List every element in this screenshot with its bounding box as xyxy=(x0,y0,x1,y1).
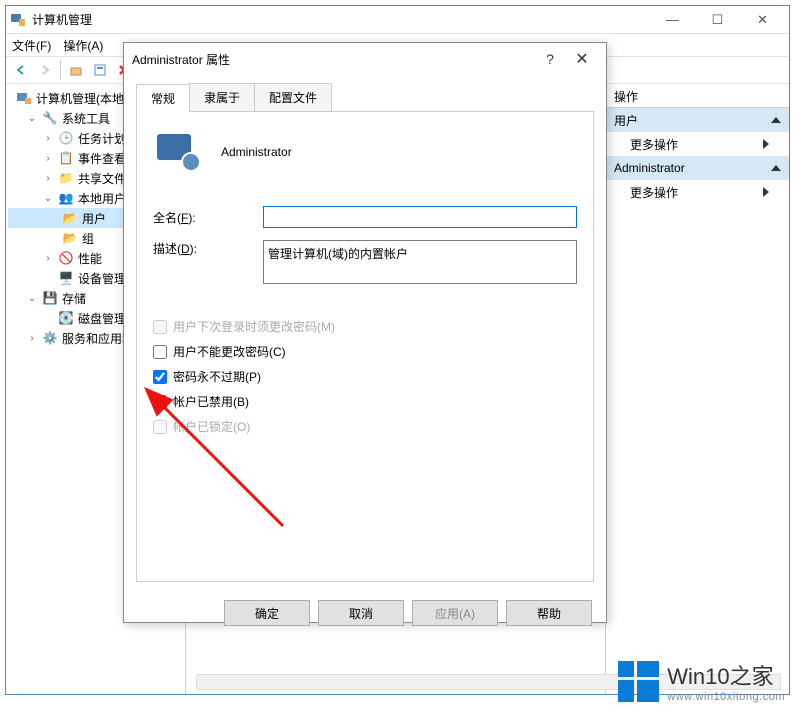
actions-pane: 操作 用户 更多操作 Administrator 更多操作 xyxy=(606,84,789,694)
properties-button[interactable] xyxy=(89,59,111,81)
user-icon xyxy=(153,128,201,176)
close-button[interactable]: ✕ xyxy=(740,7,785,33)
description-label: 描述(D): xyxy=(153,240,263,257)
checkbox-locked-row: 帐户已锁定(O) xyxy=(153,418,577,435)
checkbox-mustchange-row: 用户下次登录时须更改密码(M) xyxy=(153,318,577,335)
titlebar: 计算机管理 — ☐ ✕ xyxy=(6,6,789,34)
menu-action[interactable]: 操作(A) xyxy=(63,37,103,54)
actions-group-users[interactable]: 用户 xyxy=(606,108,789,132)
watermark-brand: Win10之家 xyxy=(667,659,785,691)
help-button[interactable]: 帮助 xyxy=(506,600,592,626)
checkbox-neverexpire[interactable] xyxy=(153,370,167,384)
description-input[interactable]: 管理计算机(域)的内置帐户 xyxy=(263,240,577,284)
dialog-title-text: Administrator 属性 xyxy=(132,51,534,68)
app-icon xyxy=(10,12,26,28)
maximize-button[interactable]: ☐ xyxy=(695,7,740,33)
checkbox-locked xyxy=(153,420,167,434)
actions-more-users[interactable]: 更多操作 xyxy=(606,132,789,156)
checkbox-disabled[interactable] xyxy=(153,395,167,409)
user-name: Administrator xyxy=(221,145,292,159)
window-title: 计算机管理 xyxy=(32,11,650,28)
actions-group-admin[interactable]: Administrator xyxy=(606,156,789,180)
watermark-url: www.win10xitong.com xyxy=(667,691,785,703)
checkbox-mustchange xyxy=(153,320,167,334)
dialog-titlebar: Administrator 属性 ? ✕ xyxy=(124,43,606,75)
minimize-button[interactable]: — xyxy=(650,7,695,33)
fullname-input[interactable] xyxy=(263,206,577,228)
menu-file[interactable]: 文件(F) xyxy=(12,37,51,54)
tab-panel-general: Administrator 全名(F): 描述(D): 管理计算机(域)的内置帐… xyxy=(136,112,594,582)
actions-header: 操作 xyxy=(606,84,789,108)
watermark: Win10之家 www.win10xitong.com xyxy=(618,659,785,703)
tab-general[interactable]: 常规 xyxy=(136,84,190,112)
cancel-button[interactable]: 取消 xyxy=(318,600,404,626)
dialog-buttons: 确定 取消 应用(A) 帮助 xyxy=(124,590,606,636)
submenu-icon xyxy=(763,139,769,149)
apply-button[interactable]: 应用(A) xyxy=(412,600,498,626)
dialog-tabs: 常规 隶属于 配置文件 xyxy=(136,83,594,112)
actions-more-admin[interactable]: 更多操作 xyxy=(606,180,789,204)
tab-profile[interactable]: 配置文件 xyxy=(254,83,332,111)
collapse-icon xyxy=(771,165,781,171)
checkbox-cannotchange[interactable] xyxy=(153,345,167,359)
dialog-close-button[interactable]: ✕ xyxy=(566,49,598,69)
submenu-icon xyxy=(763,187,769,197)
up-button[interactable] xyxy=(65,59,87,81)
collapse-icon xyxy=(771,117,781,123)
checkbox-cannotchange-row[interactable]: 用户不能更改密码(C) xyxy=(153,343,577,360)
dialog-help-button[interactable]: ? xyxy=(534,51,566,67)
properties-dialog: Administrator 属性 ? ✕ 常规 隶属于 配置文件 Adminis… xyxy=(123,42,607,623)
ok-button[interactable]: 确定 xyxy=(224,600,310,626)
windows-logo-icon xyxy=(618,661,659,702)
fullname-label: 全名(F): xyxy=(153,209,263,226)
checkbox-neverexpire-row[interactable]: 密码永不过期(P) xyxy=(153,368,577,385)
checkbox-disabled-row[interactable]: 帐户已禁用(B) xyxy=(153,393,577,410)
forward-button[interactable] xyxy=(34,59,56,81)
tab-memberof[interactable]: 隶属于 xyxy=(189,83,255,111)
back-button[interactable] xyxy=(10,59,32,81)
